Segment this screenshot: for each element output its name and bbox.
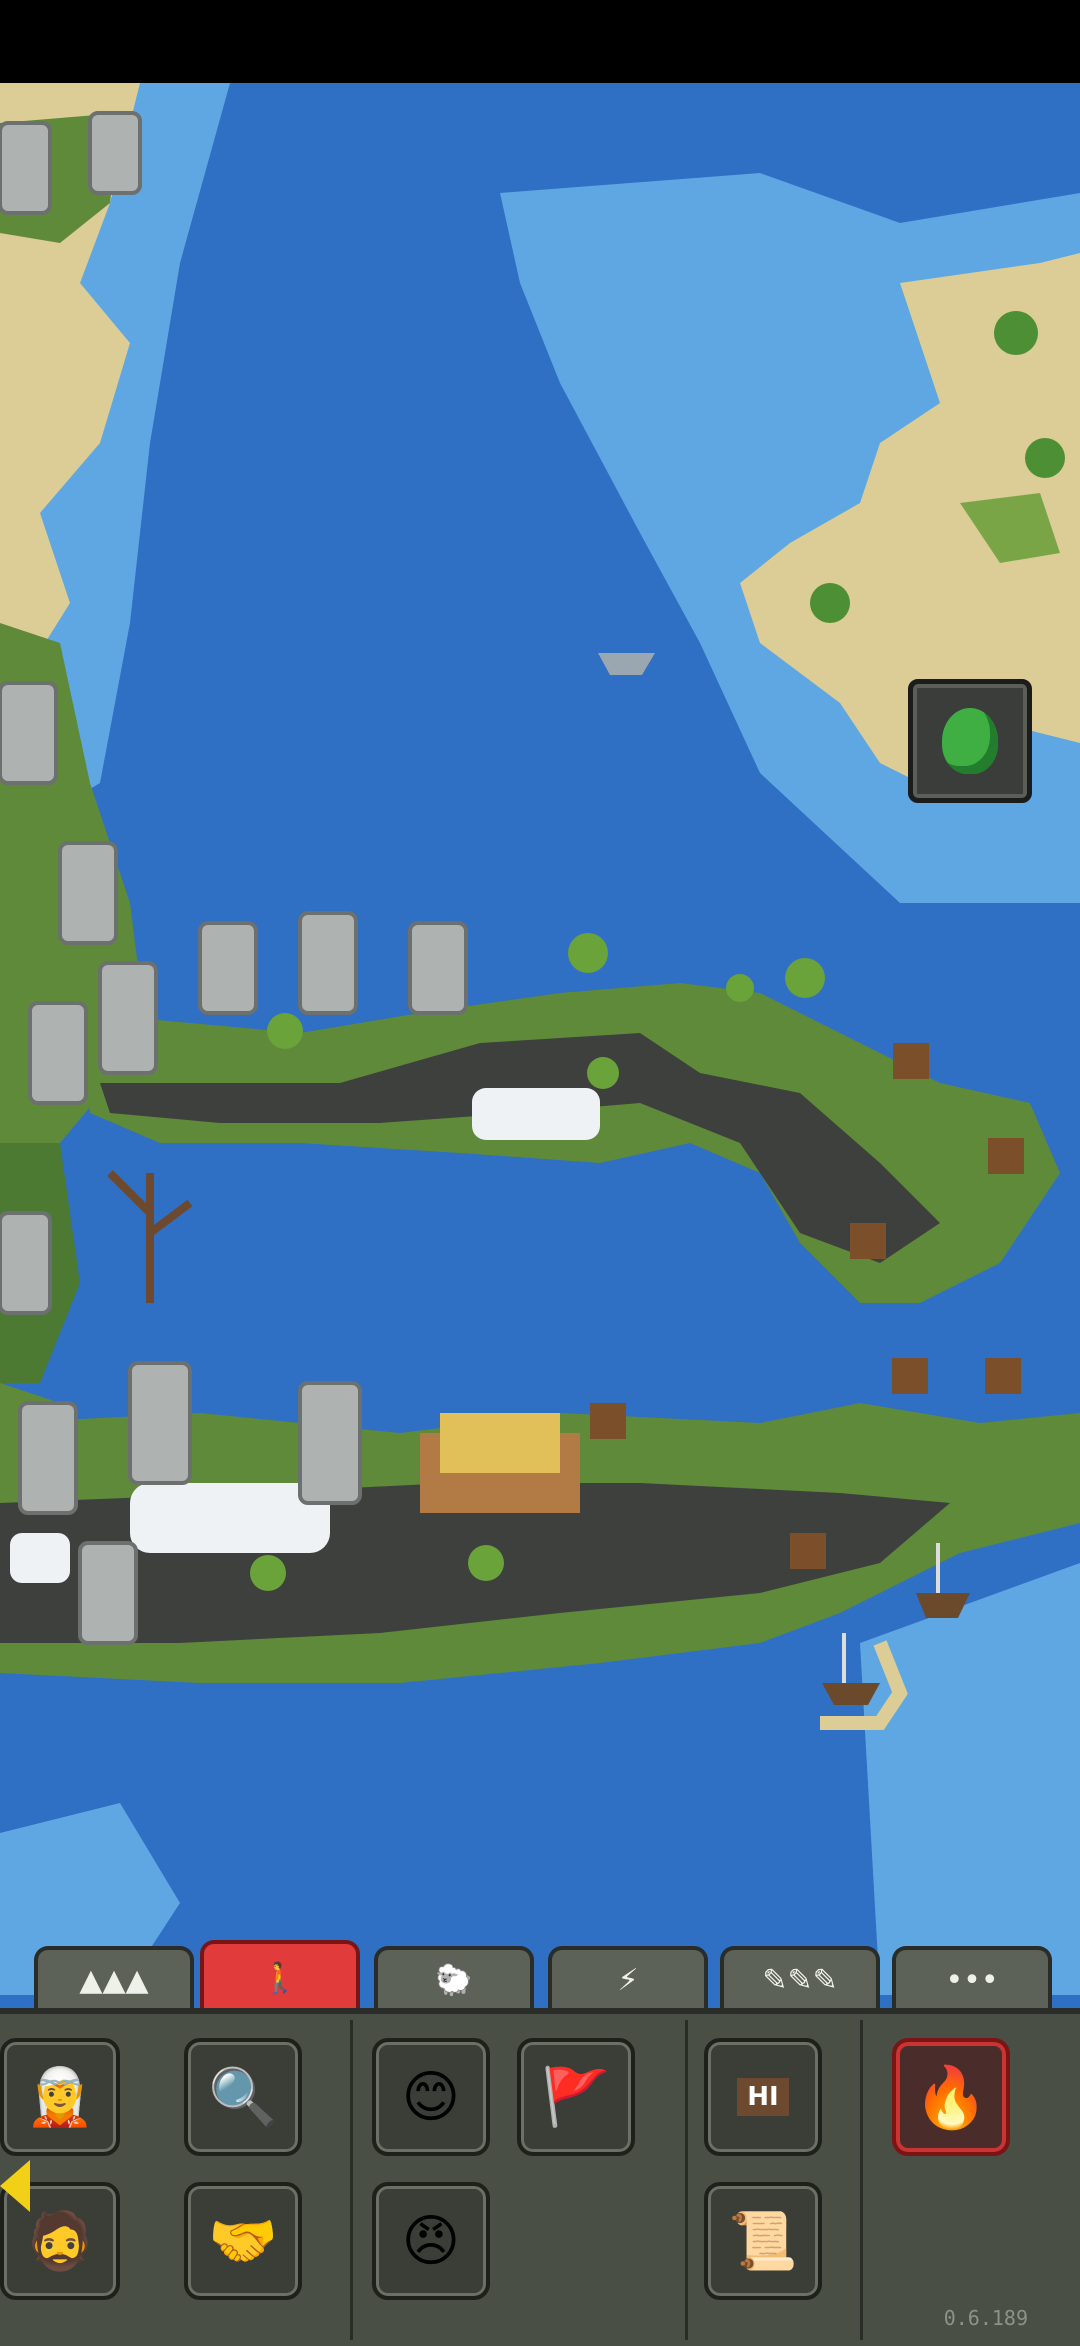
ellipsis-icon: ••• — [945, 1962, 999, 1998]
elf-icon: 🧝 — [25, 2065, 95, 2130]
sheep-icon: 🐑 — [435, 1962, 473, 1998]
version-label: 0.6.189 — [943, 2306, 1028, 2330]
world-map[interactable] — [0, 83, 1080, 1995]
alliance-handshake-icon: 🤝 — [208, 2209, 278, 2274]
inspect-village-icon: 🔍 — [208, 2065, 278, 2130]
power-signpost[interactable]: HI — [704, 2038, 822, 2156]
tab-animals[interactable]: 🐑 — [374, 1946, 534, 2010]
war-flag-icon: 🚩 — [541, 2065, 611, 2130]
dwarf-icon: 🧔 — [25, 2209, 95, 2274]
friendship-icon: 😊 — [401, 2064, 461, 2130]
tab-bar: ▲▲▲ 🚶 🐑 ⚡ ✎✎✎ ••• — [0, 1940, 1080, 2012]
power-spite[interactable]: 😠 — [372, 2182, 490, 2300]
human-icon: 🚶 — [261, 1960, 299, 1996]
power-alliance[interactable]: 🤝 — [184, 2182, 302, 2300]
brushes-icon: ✎✎✎ — [762, 1962, 838, 1998]
power-fire-spirits[interactable]: 🔥 — [892, 2038, 1010, 2156]
lightning-icon: ⚡ — [617, 1962, 639, 1998]
power-world-map[interactable]: 📜 — [704, 2182, 822, 2300]
tab-tools[interactable]: ✎✎✎ — [720, 1946, 880, 2010]
green-beetle-icon — [942, 708, 998, 774]
panel-divider — [350, 2020, 353, 2340]
tab-terrain[interactable]: ▲▲▲ — [34, 1946, 194, 2010]
power-war-flag[interactable]: 🚩 — [517, 2038, 635, 2156]
power-elf[interactable]: 🧝 — [0, 2038, 120, 2156]
tab-destruction[interactable]: ⚡ — [548, 1946, 708, 2010]
power-friendship[interactable]: 😊 — [372, 2038, 490, 2156]
spite-icon: 😠 — [401, 2208, 461, 2274]
active-power-beetle-button[interactable] — [908, 679, 1032, 803]
signpost-icon: HI — [737, 2078, 789, 2116]
power-inspect-village[interactable]: 🔍 — [184, 2038, 302, 2156]
status-bar — [0, 0, 1080, 83]
tab-more[interactable]: ••• — [892, 1946, 1052, 2010]
scroll-left-arrow-icon[interactable] — [0, 2160, 30, 2212]
panel-divider — [860, 2020, 863, 2340]
mountains-icon: ▲▲▲ — [79, 1962, 149, 1998]
world-map-scroll-icon: 📜 — [728, 2209, 798, 2274]
panel-divider — [685, 2020, 688, 2340]
fire-spirits-icon: 🔥 — [913, 2062, 989, 2133]
tab-creatures[interactable]: 🚶 — [200, 1940, 360, 2012]
